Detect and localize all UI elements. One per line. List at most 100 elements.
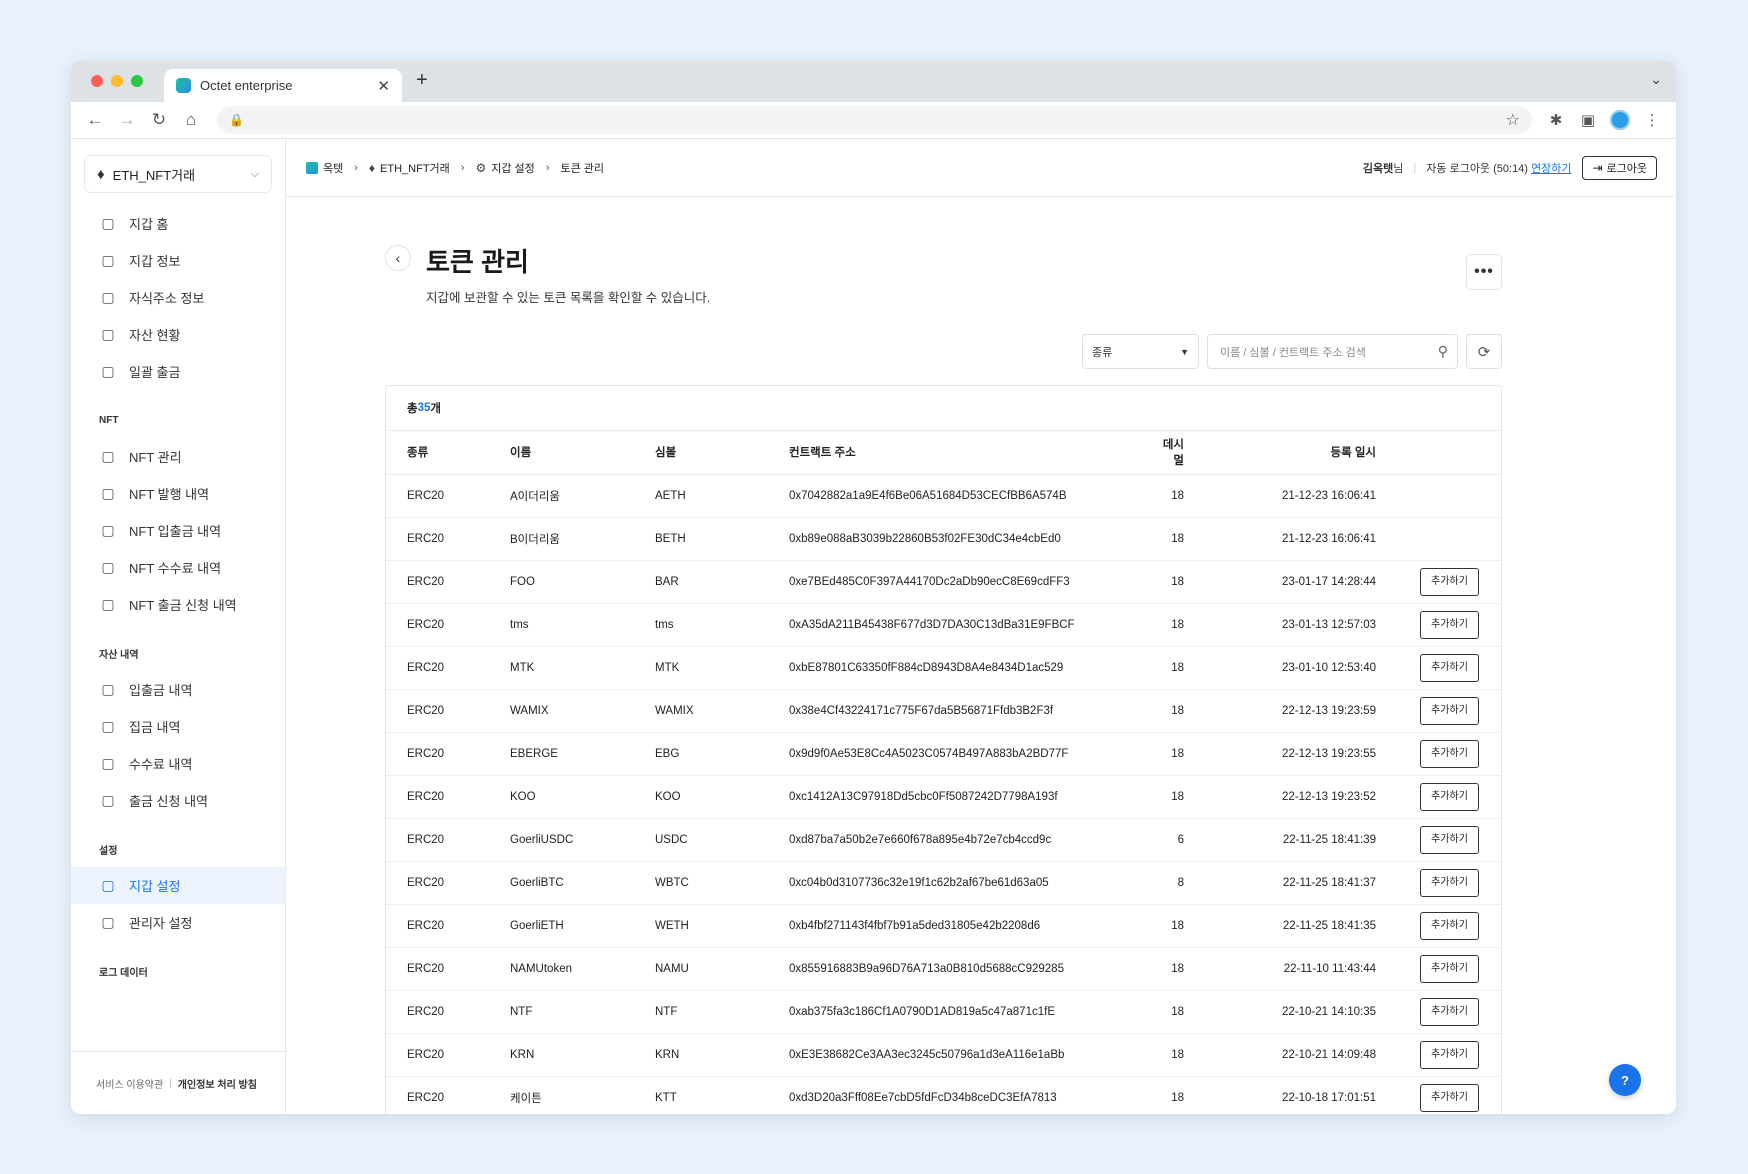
sidebar-item-nft-4[interactable]: ▢ NFT 출금 신청 내역 — [71, 586, 285, 623]
add-token-button[interactable]: 추가하기 — [1420, 997, 1479, 1026]
table-row: ERC20 KRN KRN 0xE3E38682Ce3AA3ec3245c50796a… — [386, 1033, 1501, 1077]
cell-decimals: 18 — [1154, 560, 1184, 604]
cell-name: NTF — [510, 990, 655, 1034]
cell-decimals: 18 — [1154, 990, 1184, 1034]
sidebar-item-label: 자산 현황 — [129, 328, 181, 343]
wallet-selector[interactable]: ♦ ETH_NFT거래 ⌵ — [84, 155, 272, 193]
profile-avatar[interactable] — [1610, 110, 1630, 130]
search-icon[interactable]: ⚲ — [1438, 343, 1448, 360]
bookmark-star-icon[interactable]: ☆ — [1506, 110, 1520, 130]
breadcrumb-item-settings[interactable]: 지갑 설정 — [491, 160, 535, 176]
sidebar-item-asset-2[interactable]: ▢ 수수료 내역 — [71, 745, 285, 782]
sidebar-item-main-3[interactable]: ▢ 자산 현황 — [71, 316, 285, 353]
cell-symbol: EBG — [655, 732, 789, 776]
table-row: ERC20 NTF NTF 0xab375fa3c186Cf1A0790D1AD819… — [386, 990, 1501, 1034]
add-token-button[interactable]: 추가하기 — [1420, 610, 1479, 639]
sidebar-item-main-2[interactable]: ▢ 자식주소 정보 — [71, 279, 285, 316]
breadcrumb: 옥텟 › ♦ ETH_NFT거래 › ⚙ 지갑 설정 › 토큰 관리 — [306, 160, 604, 176]
sidebar-item-asset-1[interactable]: ▢ 집금 내역 — [71, 708, 285, 745]
maximize-window-button[interactable] — [131, 75, 143, 87]
refresh-button[interactable]: ⟳ — [1466, 334, 1502, 369]
add-token-button[interactable]: 추가하기 — [1420, 653, 1479, 682]
wallet-settings-icon: ▢ — [101, 877, 115, 893]
tab-search-chevron-icon[interactable]: ⌄ — [1650, 71, 1662, 88]
cell-name: tms — [510, 603, 655, 647]
cell-action: 추가하기 — [1376, 775, 1501, 819]
fee-icon: ▢ — [101, 755, 115, 771]
sidebar-item-nft-1[interactable]: ▢ NFT 발행 내역 — [71, 475, 285, 512]
cell-decimals: 18 — [1154, 474, 1184, 518]
column-header-decimals[interactable]: 데시멀 — [1154, 431, 1184, 475]
sidebar-item-asset-0[interactable]: ▢ 입출금 내역 — [71, 671, 285, 708]
column-header-date[interactable]: 등록 일시 — [1184, 431, 1376, 475]
table-row: ERC20 케이튼 KTT 0xd3D20a3Fff08Ee7cbD5fdFcD34b… — [386, 1076, 1501, 1114]
add-token-button[interactable]: 추가하기 — [1420, 911, 1479, 940]
address-bar[interactable]: 🔒 ☆ — [217, 106, 1532, 134]
add-token-button[interactable]: 추가하기 — [1420, 567, 1479, 596]
add-token-button[interactable]: 추가하기 — [1420, 739, 1479, 768]
table-row: ERC20 GoerliBTC WBTC 0xc04b0d3107736c32e19f… — [386, 861, 1501, 905]
column-header-type[interactable]: 종류 — [386, 431, 510, 475]
side-panel-icon[interactable]: ▣ — [1572, 111, 1604, 129]
back-arrow-icon[interactable]: ← — [79, 110, 111, 130]
cell-date: 22-12-13 19:23:55 — [1184, 732, 1376, 776]
add-token-button[interactable]: 추가하기 — [1420, 696, 1479, 725]
search-input[interactable]: 이름 / 심볼 / 컨트랙트 주소 검색 ⚲ — [1207, 334, 1458, 369]
sidebar-item-asset-3[interactable]: ▢ 출금 신청 내역 — [71, 782, 285, 819]
privacy-link[interactable]: 개인정보 처리 방침 — [178, 1076, 257, 1091]
extend-session-link[interactable]: 연장하기 — [1531, 160, 1571, 176]
cell-decimals: 18 — [1154, 732, 1184, 776]
browser-tab[interactable]: Octet enterprise ✕ — [164, 69, 402, 102]
sidebar-item-main-4[interactable]: ▢ 일괄 출금 — [71, 353, 285, 390]
tab-close-icon[interactable]: ✕ — [377, 77, 390, 95]
cell-name: FOO — [510, 560, 655, 604]
new-tab-button[interactable]: + — [416, 69, 428, 92]
add-token-button[interactable]: 추가하기 — [1420, 954, 1479, 983]
forward-arrow-icon[interactable]: → — [111, 110, 143, 130]
column-header-symbol[interactable]: 심볼 — [655, 431, 789, 475]
cell-action: 추가하기 — [1376, 1033, 1501, 1077]
reload-icon[interactable]: ↻ — [143, 110, 175, 130]
main-area: 옥텟 › ♦ ETH_NFT거래 › ⚙ 지갑 설정 › 토큰 관리 김옥텟님 … — [286, 139, 1676, 1114]
terms-link[interactable]: 서비스 이용약관 — [96, 1076, 163, 1091]
sidebar-item-main-0[interactable]: ▢ 지갑 홈 — [71, 205, 285, 242]
mint-icon: ▢ — [101, 485, 115, 501]
cell-action: 추가하기 — [1376, 904, 1501, 948]
cell-symbol: NAMU — [655, 947, 789, 991]
section-label-logs[interactable]: 로그 데이터 — [71, 961, 285, 981]
more-options-button[interactable]: ••• — [1466, 254, 1502, 290]
sidebar-item-nft-3[interactable]: ▢ NFT 수수료 내역 — [71, 549, 285, 586]
column-header-address[interactable]: 컨트랙트 주소 — [789, 431, 1154, 475]
extensions-puzzle-icon[interactable]: ✱ — [1540, 111, 1572, 129]
add-token-button[interactable]: 추가하기 — [1420, 868, 1479, 897]
minimize-window-button[interactable] — [111, 75, 123, 87]
breadcrumb-item-home[interactable]: 옥텟 — [323, 160, 343, 176]
cell-name: B이더리움 — [510, 517, 655, 561]
sidebar-item-label: 자식주소 정보 — [129, 291, 205, 306]
type-filter-select[interactable]: 종류 ▼ — [1082, 334, 1199, 369]
add-token-button[interactable]: 추가하기 — [1420, 1040, 1479, 1069]
cell-type: ERC20 — [386, 904, 510, 948]
sidebar-item-nft-0[interactable]: ▢ NFT 관리 — [71, 438, 285, 475]
cell-address: 0x855916883B9a96D76A713a0B810d5688cC9292… — [789, 947, 1154, 991]
sidebar-item-main-1[interactable]: ▢ 지갑 정보 — [71, 242, 285, 279]
chevron-left-icon: ‹ — [395, 250, 401, 266]
add-token-button[interactable]: 추가하기 — [1420, 825, 1479, 854]
breadcrumb-item-wallet[interactable]: ETH_NFT거래 — [380, 160, 450, 176]
browser-menu-icon[interactable]: ⋮ — [1636, 111, 1668, 129]
help-button[interactable]: ? — [1609, 1064, 1641, 1096]
column-header-name[interactable]: 이름 — [510, 431, 655, 475]
cell-name: EBERGE — [510, 732, 655, 776]
sidebar-item-settings-0[interactable]: ▢ 지갑 설정 — [71, 867, 285, 904]
logout-button[interactable]: ⇥ 로그아웃 — [1582, 155, 1657, 180]
sidebar-item-nft-2[interactable]: ▢ NFT 입출금 내역 — [71, 512, 285, 549]
tab-title: Octet enterprise — [200, 78, 293, 93]
cell-action: 추가하기 — [1376, 689, 1501, 733]
back-button[interactable]: ‹ — [385, 245, 411, 271]
home-icon[interactable]: ⌂ — [175, 110, 207, 130]
close-window-button[interactable] — [91, 75, 103, 87]
sidebar-item-settings-1[interactable]: ▢ 관리자 설정 — [71, 904, 285, 941]
add-token-button[interactable]: 추가하기 — [1420, 1083, 1479, 1112]
cell-symbol: WETH — [655, 904, 789, 948]
add-token-button[interactable]: 추가하기 — [1420, 782, 1479, 811]
